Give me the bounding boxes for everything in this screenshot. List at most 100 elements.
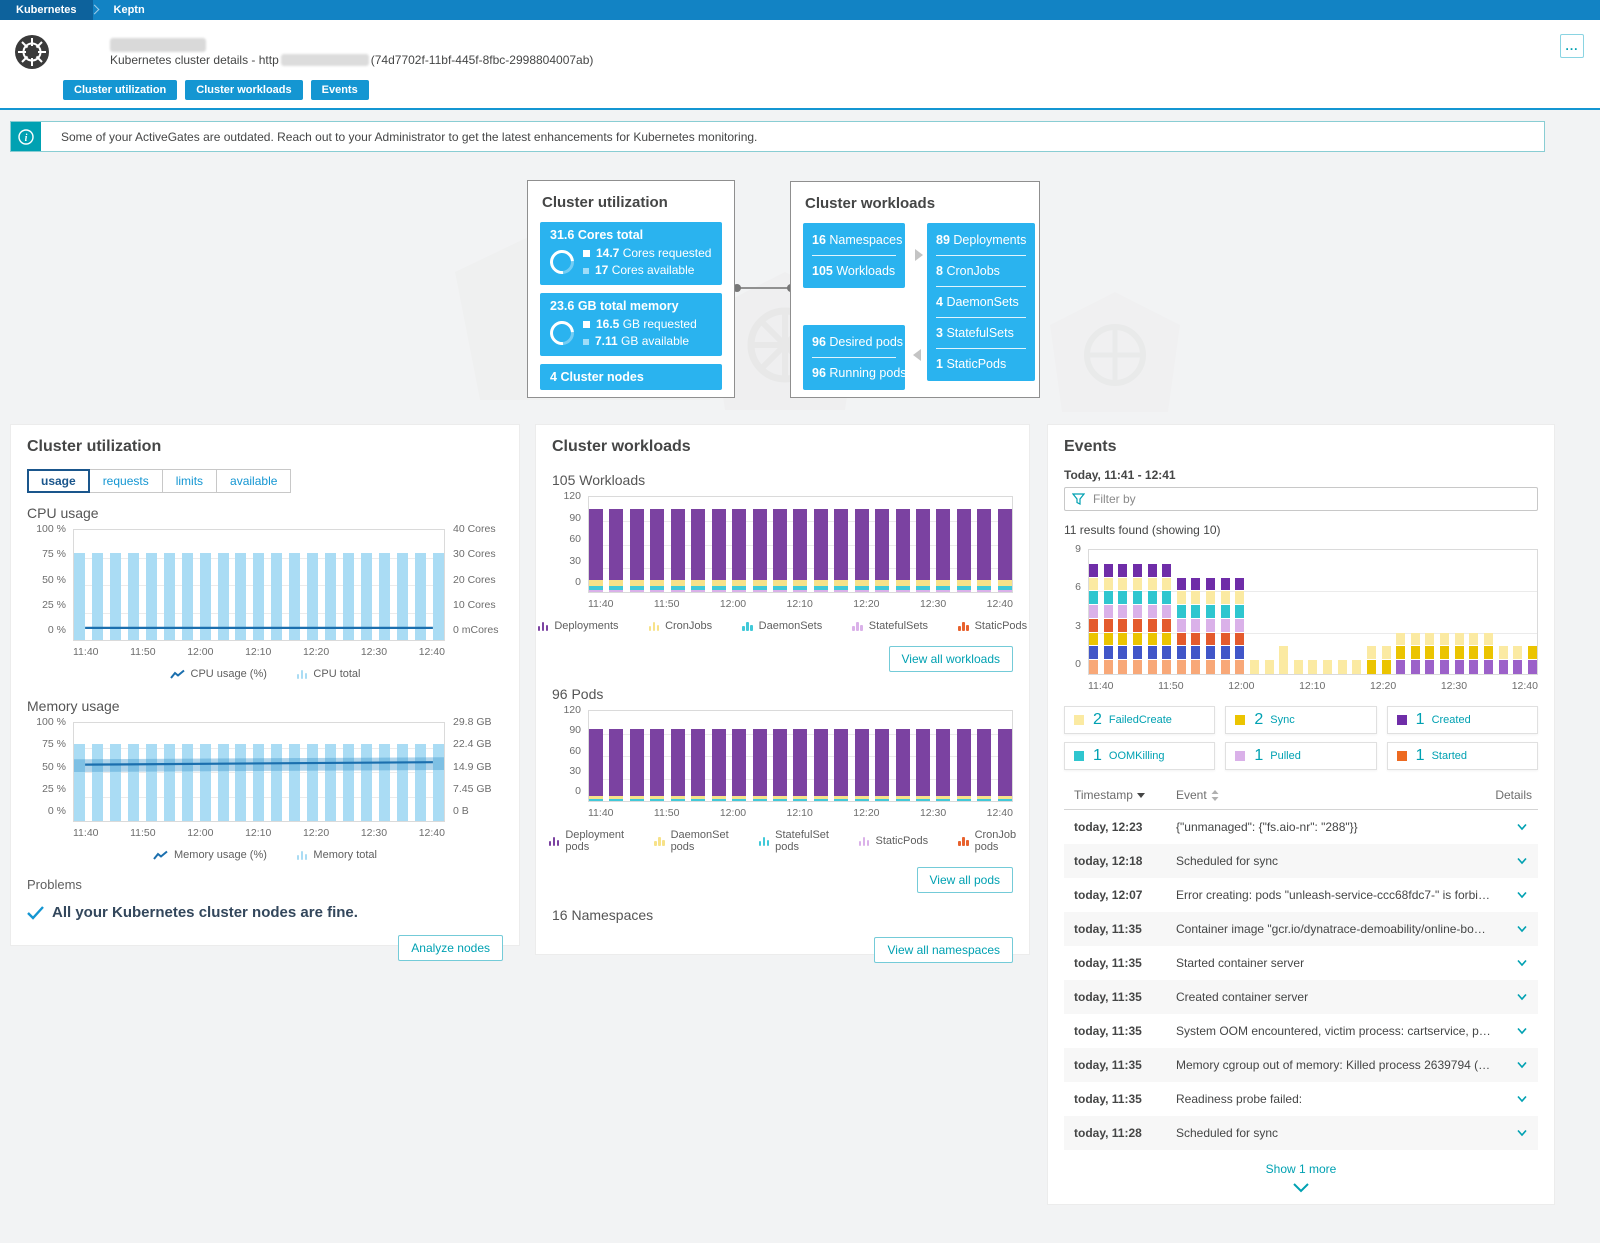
chart-bar[interactable]: [609, 497, 623, 592]
tab-usage[interactable]: usage: [27, 469, 90, 493]
chart-bar[interactable]: [793, 711, 807, 801]
chart-bar[interactable]: [957, 497, 971, 592]
kind-staticpods[interactable]: 1 StaticPods: [936, 349, 1026, 379]
kind-deployments[interactable]: 89 Deployments: [936, 225, 1026, 255]
chart-bar[interactable]: [855, 497, 869, 592]
event-table-row[interactable]: today, 12:23{"unmanaged": {"fs.aio-nr": …: [1064, 810, 1538, 844]
event-table-row[interactable]: today, 12:07Error creating: pods "unleas…: [1064, 878, 1538, 912]
legend-item[interactable]: Deployments: [538, 620, 619, 632]
chart-bar[interactable]: [671, 497, 685, 592]
chart-bar[interactable]: [732, 497, 746, 592]
chart-bar[interactable]: [1162, 550, 1171, 674]
event-column-header[interactable]: Event: [1176, 788, 1488, 802]
chart-bar[interactable]: [1323, 550, 1332, 674]
legend-item[interactable]: Memory usage (%): [153, 849, 267, 861]
expand-chevron-button[interactable]: [1064, 1180, 1538, 1198]
chart-bar[interactable]: [1133, 550, 1142, 674]
event-chip-oomkilling[interactable]: 1OOMKilling: [1064, 742, 1215, 770]
chart-bar[interactable]: [875, 497, 889, 592]
event-table-row[interactable]: today, 11:35Created container server: [1064, 980, 1538, 1014]
events-button[interactable]: Events: [311, 80, 369, 100]
chart-bar[interactable]: [1528, 550, 1537, 674]
chart-bar[interactable]: [1484, 550, 1493, 674]
event-table-row[interactable]: today, 11:35Started container server: [1064, 946, 1538, 980]
event-table-row[interactable]: today, 11:35Container image "gcr.io/dyna…: [1064, 912, 1538, 946]
chart-bar[interactable]: [712, 711, 726, 801]
chart-bar[interactable]: [1440, 550, 1449, 674]
chart-bar[interactable]: [814, 711, 828, 801]
tab-available[interactable]: available: [217, 469, 291, 493]
chart-bar[interactable]: [609, 711, 623, 801]
chart-bar[interactable]: [793, 497, 807, 592]
chart-bar[interactable]: [1221, 550, 1230, 674]
chart-bar[interactable]: [753, 711, 767, 801]
cluster-utilization-button[interactable]: Cluster utilization: [63, 80, 177, 100]
view-all-namespaces-button[interactable]: View all namespaces: [874, 937, 1013, 963]
legend-item[interactable]: CPU usage (%): [170, 668, 267, 680]
more-options-button[interactable]: ...: [1560, 34, 1584, 58]
chart-bar[interactable]: [957, 711, 971, 801]
chart-bar[interactable]: [712, 497, 726, 592]
chart-bar[interactable]: [896, 711, 910, 801]
legend-item[interactable]: StatefulSets: [852, 620, 928, 632]
legend-item[interactable]: DaemonSet pods: [654, 829, 729, 853]
chart-bar[interactable]: [834, 711, 848, 801]
chart-bar[interactable]: [773, 711, 787, 801]
chart-bar[interactable]: [1118, 550, 1127, 674]
tab-limits[interactable]: limits: [163, 469, 217, 493]
legend-item[interactable]: Deployment pods: [549, 829, 624, 853]
legend-item[interactable]: StaticPods: [859, 829, 928, 853]
event-table-row[interactable]: today, 12:18Scheduled for sync: [1064, 844, 1538, 878]
event-chip-started[interactable]: 1Started: [1387, 742, 1538, 770]
filter-input[interactable]: [1064, 487, 1538, 511]
chart-bar[interactable]: [630, 497, 644, 592]
chart-bar[interactable]: [1235, 550, 1244, 674]
memory-tile[interactable]: 23.6 GB total memory 16.5 GB requested 7…: [540, 293, 722, 356]
legend-item[interactable]: DaemonSets: [742, 620, 822, 632]
event-chip-failedcreate[interactable]: 2FailedCreate: [1064, 706, 1215, 734]
chart-bar[interactable]: [875, 711, 889, 801]
chart-bar[interactable]: [1367, 550, 1376, 674]
event-table-row[interactable]: today, 11:28Scheduled for sync: [1064, 1116, 1538, 1150]
event-chip-created[interactable]: 1Created: [1387, 706, 1538, 734]
kind-cronjobs[interactable]: 8 CronJobs: [936, 256, 1026, 286]
workload-kinds-tile[interactable]: 89 Deployments8 CronJobs4 DaemonSets3 St…: [927, 223, 1035, 381]
chart-bar[interactable]: [753, 497, 767, 592]
chart-bar[interactable]: [671, 711, 685, 801]
chart-bar[interactable]: [1499, 550, 1508, 674]
kind-daemonsets[interactable]: 4 DaemonSets: [936, 287, 1026, 317]
analyze-nodes-button[interactable]: Analyze nodes: [398, 935, 503, 961]
timestamp-column-header[interactable]: Timestamp: [1064, 788, 1176, 802]
chart-bar[interactable]: [1177, 550, 1186, 674]
chart-bar[interactable]: [916, 497, 930, 592]
chart-bar[interactable]: [896, 497, 910, 592]
cluster-workloads-button[interactable]: Cluster workloads: [185, 80, 302, 100]
legend-item[interactable]: CronJobs: [649, 620, 713, 632]
view-all-workloads-button[interactable]: View all workloads: [889, 646, 1014, 672]
tab-requests[interactable]: requests: [90, 469, 163, 493]
chart-bar[interactable]: [691, 711, 705, 801]
chart-bar[interactable]: [1265, 550, 1274, 674]
chart-bar[interactable]: [1104, 550, 1113, 674]
chart-bar[interactable]: [936, 497, 950, 592]
pods-tile[interactable]: 96 Desired pods 96 Running pods: [803, 325, 905, 390]
chart-bar[interactable]: [589, 497, 603, 592]
chart-bar[interactable]: [1396, 550, 1405, 674]
chart-bar[interactable]: [650, 711, 664, 801]
event-table-row[interactable]: today, 11:35Memory cgroup out of memory:…: [1064, 1048, 1538, 1082]
chart-bar[interactable]: [1352, 550, 1361, 674]
chart-bar[interactable]: [691, 497, 705, 592]
chart-bar[interactable]: [1148, 550, 1157, 674]
event-table-row[interactable]: today, 11:35Readiness probe failed:: [1064, 1082, 1538, 1116]
chart-bar[interactable]: [977, 711, 991, 801]
chart-bar[interactable]: [936, 711, 950, 801]
chart-bar[interactable]: [630, 711, 644, 801]
chart-bar[interactable]: [1250, 550, 1259, 674]
chart-bar[interactable]: [773, 497, 787, 592]
chart-bar[interactable]: [1469, 550, 1478, 674]
chart-bar[interactable]: [1338, 550, 1347, 674]
chart-bar[interactable]: [998, 711, 1012, 801]
chart-bar[interactable]: [1206, 550, 1215, 674]
chart-bar[interactable]: [1382, 550, 1391, 674]
namespaces-workloads-tile[interactable]: 16 Namespaces 105 Workloads: [803, 223, 905, 288]
